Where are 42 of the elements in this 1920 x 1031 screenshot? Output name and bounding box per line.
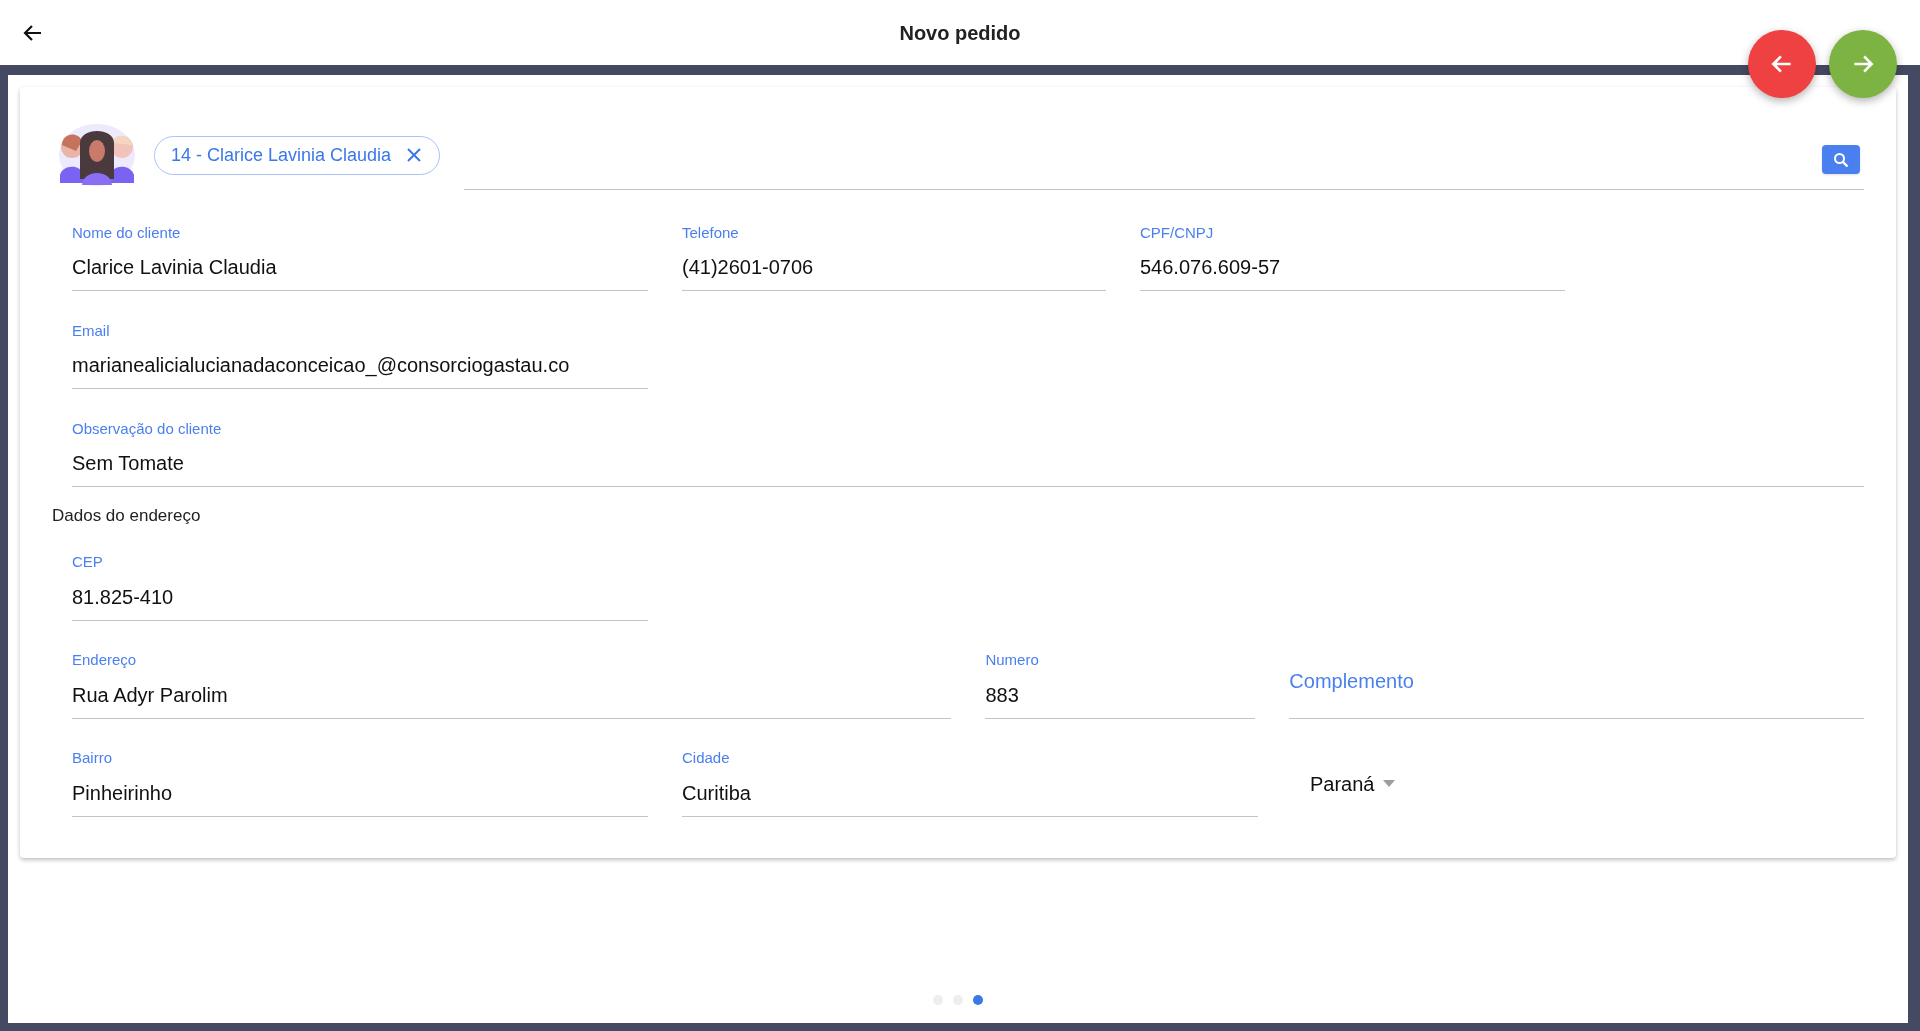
field-value: Sem Tomate bbox=[72, 451, 185, 476]
field-value: Curitiba bbox=[682, 780, 752, 806]
state-select[interactable]: Paraná bbox=[1310, 768, 1395, 799]
close-icon bbox=[406, 147, 423, 163]
field-value: 883 bbox=[985, 682, 1020, 708]
chip-label: 14 - Clarice Lavinia Claudia bbox=[171, 143, 392, 167]
field-label: Email bbox=[72, 320, 111, 341]
people-illustration-icon bbox=[58, 123, 136, 187]
field-label: CEP bbox=[72, 552, 104, 572]
field-label: Endereço bbox=[72, 650, 138, 670]
field-value: Pinheirinho bbox=[72, 780, 174, 806]
field-label: Observação do cliente bbox=[72, 418, 223, 439]
field-value: 81.825-410 bbox=[72, 584, 175, 610]
input-field[interactable]: Numero 883 bbox=[985, 652, 1256, 719]
field-label: Numero bbox=[985, 650, 1040, 670]
search-icon bbox=[1833, 151, 1849, 168]
field-value: 546.076.609-57 bbox=[1140, 255, 1282, 280]
field-value: marianealicialucianadaconceicao_@consorciogastau.co bbox=[72, 353, 571, 379]
field-label: Complemento bbox=[1289, 668, 1415, 694]
field-value: Rua Adyr Parolim bbox=[72, 682, 229, 708]
input-field[interactable]: Nome do cliente Clarice Lavinia Claudia bbox=[72, 225, 648, 291]
field-label: Telefone bbox=[682, 222, 740, 243]
section-title: Dados do endereço bbox=[52, 505, 202, 527]
input-field[interactable]: Telefone (41)2601-0706 bbox=[682, 225, 1106, 291]
input-field[interactable]: Cidade Curitiba bbox=[682, 750, 1258, 817]
page-title: Novo pedido bbox=[899, 20, 1021, 46]
search-button[interactable] bbox=[1822, 145, 1860, 174]
input-field[interactable]: CPF/CNPJ 546.076.609-57 bbox=[1140, 225, 1565, 291]
field-label: Nome do cliente bbox=[72, 222, 182, 243]
input-field[interactable]: Complemento bbox=[1289, 652, 1864, 719]
field-value: Clarice Lavinia Claudia bbox=[72, 255, 278, 280]
field-label: Cidade bbox=[682, 748, 731, 768]
remove-button[interactable] bbox=[405, 146, 424, 164]
field-label: CPF/CNPJ bbox=[1140, 222, 1215, 243]
field-value: (41)2601-0706 bbox=[682, 255, 815, 280]
input-field[interactable]: Observação do cliente Sem Tomate bbox=[72, 421, 1864, 487]
dropdown-caret-icon bbox=[1382, 780, 1395, 787]
input-field[interactable]: Endereço Rua Adyr Parolim bbox=[72, 652, 952, 719]
input-field[interactable]: Email marianealicialucianadaconceicao_@consorciogastau.co bbox=[72, 323, 648, 389]
field-label: Bairro bbox=[72, 748, 113, 768]
input-field[interactable]: CEP 81.825-410 bbox=[72, 554, 648, 621]
input-field[interactable]: Bairro Pinheirinho bbox=[72, 750, 648, 817]
